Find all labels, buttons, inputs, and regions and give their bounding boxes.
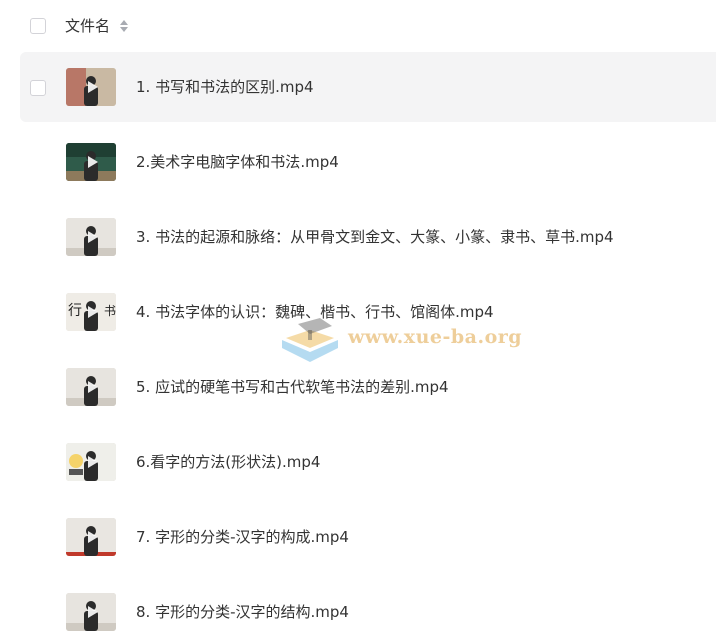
video-thumbnail[interactable] bbox=[66, 518, 116, 556]
svg-text:书: 书 bbox=[104, 304, 116, 318]
file-name[interactable]: 7. 字形的分类-汉字的构成.mp4 bbox=[136, 526, 349, 548]
file-row[interactable]: 8. 字形的分类-汉字的结构.mp4 bbox=[20, 577, 716, 642]
file-name[interactable]: 1. 书写和书法的区别.mp4 bbox=[136, 76, 314, 98]
video-thumbnail[interactable]: 行书 bbox=[66, 293, 116, 331]
svg-text:行: 行 bbox=[68, 303, 82, 319]
play-icon bbox=[66, 143, 116, 181]
file-row[interactable]: 行书 4. 书法字体的认识：魏碑、楷书、行书、馆阁体.mp4 bbox=[20, 277, 716, 347]
video-thumbnail[interactable] bbox=[66, 143, 116, 181]
select-all-checkbox[interactable] bbox=[30, 18, 46, 34]
file-row[interactable]: 3. 书法的起源和脉络：从甲骨文到金文、大篆、小篆、隶书、草书.mp4 bbox=[20, 202, 716, 272]
play-icon bbox=[66, 518, 116, 556]
file-name[interactable]: 6.看字的方法(形状法).mp4 bbox=[136, 451, 320, 473]
play-icon bbox=[66, 593, 116, 631]
video-thumbnail[interactable] bbox=[66, 68, 116, 106]
play-icon: 行书 bbox=[66, 293, 116, 331]
file-name[interactable]: 8. 字形的分类-汉字的结构.mp4 bbox=[136, 601, 349, 623]
play-icon bbox=[66, 368, 116, 406]
filename-column-header[interactable]: 文件名 bbox=[65, 15, 110, 37]
file-list-header: 文件名 bbox=[0, 0, 716, 52]
file-name[interactable]: 4. 书法字体的认识：魏碑、楷书、行书、馆阁体.mp4 bbox=[136, 301, 494, 323]
file-name[interactable]: 2.美术字电脑字体和书法.mp4 bbox=[136, 151, 339, 173]
file-name[interactable]: 3. 书法的起源和脉络：从甲骨文到金文、大篆、小篆、隶书、草书.mp4 bbox=[136, 226, 614, 248]
file-row[interactable]: 6.看字的方法(形状法).mp4 bbox=[20, 427, 716, 497]
play-icon bbox=[66, 443, 116, 481]
play-icon bbox=[66, 68, 116, 106]
file-name[interactable]: 5. 应试的硬笔书写和古代软笔书法的差别.mp4 bbox=[136, 376, 449, 398]
play-icon bbox=[66, 218, 116, 256]
video-thumbnail[interactable] bbox=[66, 218, 116, 256]
video-thumbnail[interactable] bbox=[66, 593, 116, 631]
row-checkbox[interactable] bbox=[30, 80, 46, 96]
file-list-page: 文件名 1. 书写和书法的区别.mp4 2.美术字电脑字体和书法.mp4 3. 书法… bbox=[0, 0, 716, 642]
sort-icon[interactable] bbox=[119, 18, 129, 34]
file-row[interactable]: 7. 字形的分类-汉字的构成.mp4 bbox=[20, 502, 716, 572]
video-thumbnail[interactable] bbox=[66, 368, 116, 406]
file-row[interactable]: 1. 书写和书法的区别.mp4 bbox=[20, 52, 716, 122]
file-row[interactable]: 2.美术字电脑字体和书法.mp4 bbox=[20, 127, 716, 197]
file-row[interactable]: 5. 应试的硬笔书写和古代软笔书法的差别.mp4 bbox=[20, 352, 716, 422]
video-thumbnail[interactable] bbox=[66, 443, 116, 481]
